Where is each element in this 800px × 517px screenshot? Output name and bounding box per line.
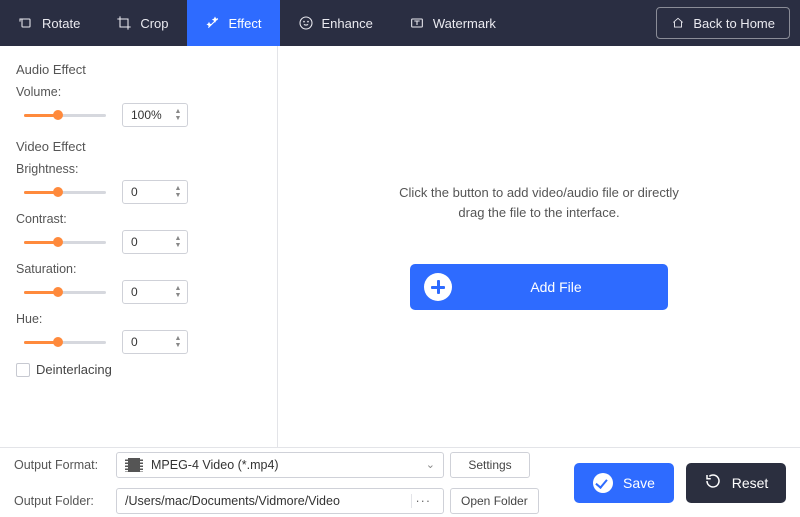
tab-label: Crop (140, 16, 168, 31)
plus-circle-icon (424, 273, 452, 301)
crop-icon (116, 15, 132, 31)
save-label: Save (623, 475, 655, 491)
tab-label: Enhance (322, 16, 373, 31)
back-to-home-button[interactable]: Back to Home (656, 7, 790, 39)
drop-hint-text: Click the button to add video/audio file… (399, 183, 679, 222)
contrast-label: Contrast: (16, 212, 263, 226)
save-button[interactable]: Save (574, 463, 674, 503)
saturation-value: 0 (131, 285, 138, 299)
add-file-label: Add File (488, 279, 668, 295)
deinterlacing-checkbox[interactable] (16, 363, 30, 377)
brightness-stepper[interactable]: 0 ▲▼ (122, 180, 188, 204)
contrast-stepper[interactable]: 0 ▲▼ (122, 230, 188, 254)
saturation-stepper[interactable]: 0 ▲▼ (122, 280, 188, 304)
hue-label: Hue: (16, 312, 263, 326)
audio-effect-heading: Audio Effect (16, 62, 263, 77)
open-folder-button[interactable]: Open Folder (450, 488, 539, 514)
output-folder-label: Output Folder: (14, 494, 110, 508)
video-effect-heading: Video Effect (16, 139, 263, 154)
output-format-value: MPEG-4 Video (*.mp4) (151, 458, 279, 472)
volume-value: 100% (131, 108, 162, 122)
stepper-arrows-icon[interactable]: ▲▼ (171, 105, 185, 125)
stepper-arrows-icon[interactable]: ▲▼ (171, 232, 185, 252)
add-file-button[interactable]: Add File (410, 264, 668, 310)
browse-folder-button[interactable]: ··· (411, 494, 436, 508)
back-home-label: Back to Home (693, 16, 775, 31)
home-icon (671, 16, 685, 30)
output-folder-input[interactable]: /Users/mac/Documents/Vidmore/Video ··· (116, 488, 444, 514)
saturation-slider[interactable] (24, 285, 106, 299)
contrast-slider[interactable] (24, 235, 106, 249)
hue-value: 0 (131, 335, 138, 349)
tab-crop[interactable]: Crop (98, 0, 186, 46)
open-folder-label: Open Folder (461, 494, 528, 508)
effect-icon (205, 15, 221, 31)
reset-icon (704, 472, 722, 493)
hue-stepper[interactable]: 0 ▲▼ (122, 330, 188, 354)
contrast-value: 0 (131, 235, 138, 249)
stepper-arrows-icon[interactable]: ▲▼ (171, 282, 185, 302)
tab-rotate[interactable]: Rotate (0, 0, 98, 46)
tab-label: Watermark (433, 16, 496, 31)
chevron-down-icon: ⌄ (426, 458, 435, 471)
bottom-bar: Output Format: MPEG-4 Video (*.mp4) ⌄ Se… (0, 447, 800, 517)
output-format-label: Output Format: (14, 458, 110, 472)
tab-enhance[interactable]: Enhance (280, 0, 391, 46)
rotate-icon (18, 15, 34, 31)
volume-label: Volume: (16, 85, 263, 99)
reset-button[interactable]: Reset (686, 463, 786, 503)
stepper-arrows-icon[interactable]: ▲▼ (171, 332, 185, 352)
brightness-label: Brightness: (16, 162, 263, 176)
preview-drop-zone[interactable]: Click the button to add video/audio file… (278, 46, 800, 447)
output-format-select[interactable]: MPEG-4 Video (*.mp4) ⌄ (116, 452, 444, 478)
deinterlacing-label: Deinterlacing (36, 362, 112, 377)
top-toolbar: Rotate Crop Effect Enhance Watermark Bac… (0, 0, 800, 46)
reset-label: Reset (732, 475, 769, 491)
enhance-icon (298, 15, 314, 31)
hue-slider[interactable] (24, 335, 106, 349)
volume-stepper[interactable]: 100% ▲▼ (122, 103, 188, 127)
tab-label: Effect (229, 16, 262, 31)
tab-label: Rotate (42, 16, 80, 31)
tab-watermark[interactable]: Watermark (391, 0, 514, 46)
saturation-label: Saturation: (16, 262, 263, 276)
brightness-value: 0 (131, 185, 138, 199)
volume-slider[interactable] (24, 108, 106, 122)
effects-sidebar: Audio Effect Volume: 100% ▲▼ Video Effec… (0, 46, 278, 447)
tab-effect[interactable]: Effect (187, 0, 280, 46)
brightness-slider[interactable] (24, 185, 106, 199)
watermark-icon (409, 15, 425, 31)
main-area: Audio Effect Volume: 100% ▲▼ Video Effec… (0, 46, 800, 447)
check-circle-icon (593, 473, 613, 493)
settings-button[interactable]: Settings (450, 452, 530, 478)
settings-label: Settings (468, 458, 511, 472)
stepper-arrows-icon[interactable]: ▲▼ (171, 182, 185, 202)
video-format-icon (125, 458, 143, 472)
output-folder-value: /Users/mac/Documents/Vidmore/Video (125, 494, 340, 508)
